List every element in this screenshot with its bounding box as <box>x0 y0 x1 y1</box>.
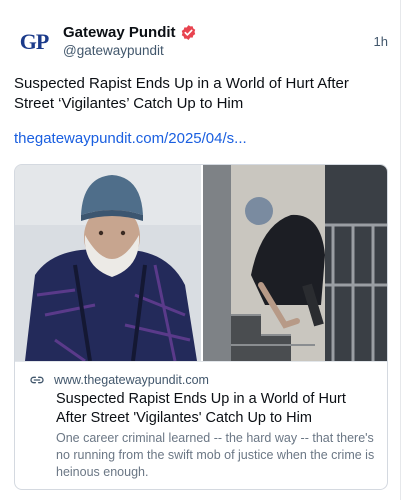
avatar-logo: GP <box>19 29 50 54</box>
article-thumbnail <box>15 165 387 361</box>
card-domain: www.thegatewaypundit.com <box>54 373 209 387</box>
link-preview-card[interactable]: www.thegatewaypundit.com Suspected Rapis… <box>14 164 388 490</box>
author-name-row: Gateway Pundit <box>63 22 197 42</box>
post-link[interactable]: thegatewaypundit.com/2025/04/s... <box>14 130 247 147</box>
post-timestamp[interactable]: 1h <box>374 34 388 49</box>
card-meta: www.thegatewaypundit.com Suspected Rapis… <box>15 361 387 489</box>
verified-badge-icon <box>181 24 195 40</box>
card-description: One career criminal learned -- the hard … <box>56 431 375 479</box>
post-header: GP Gateway Pundit @gatewaypundit 1h <box>14 22 388 62</box>
card-title: Suspected Rapist Ends Up in a World of H… <box>56 391 346 426</box>
avatar[interactable]: GP <box>14 22 54 62</box>
author-handle[interactable]: @gatewaypundit <box>63 43 164 58</box>
post-text: Suspected Rapist Ends Up in a World of H… <box>14 75 349 112</box>
link-icon <box>30 376 44 384</box>
card-domain-row: www.thegatewaypundit.com <box>29 372 209 388</box>
author-display-name[interactable]: Gateway Pundit <box>63 24 176 41</box>
